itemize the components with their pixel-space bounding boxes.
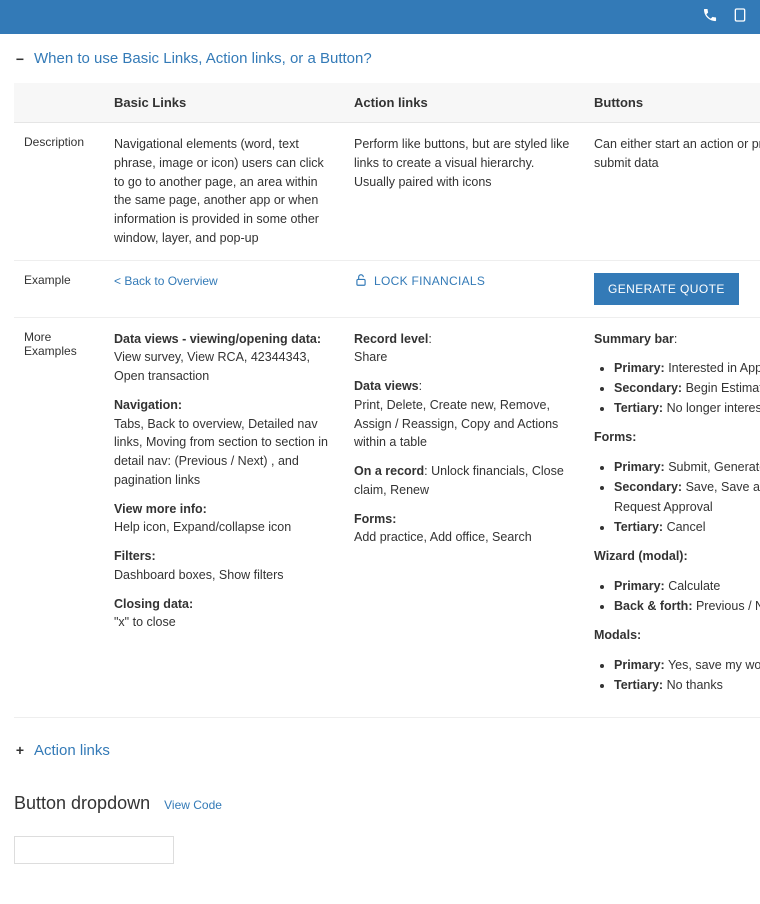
group-body: "x" to close <box>114 615 176 629</box>
table-row: More Examples Data views - viewing/openi… <box>14 317 760 717</box>
li-val: Cancel <box>663 520 705 534</box>
row-label-example: Example <box>14 260 104 317</box>
header-buttons: Buttons <box>584 83 760 123</box>
group-head: Filters: <box>114 549 156 563</box>
accordion-action-links[interactable]: + Action links <box>14 742 746 759</box>
li-key: Primary: <box>614 579 665 593</box>
expand-icon: + <box>14 742 26 758</box>
accordion-title: Action links <box>34 742 110 759</box>
li-key: Primary: <box>614 658 665 672</box>
group-head: Record level <box>354 332 428 346</box>
more-basic-cell: Data views - viewing/opening data: View s… <box>104 317 344 717</box>
button-dropdown[interactable] <box>14 836 174 864</box>
more-action-cell: Record level:Share Data views:Print, Del… <box>344 317 584 717</box>
group-body: Print, Delete, Create new, Remove, Assig… <box>354 398 558 450</box>
row-label-more: More Examples <box>14 317 104 717</box>
li-val: No thanks <box>663 678 723 692</box>
group-body: Share <box>354 350 387 364</box>
group-head: On a record <box>354 464 424 478</box>
lock-icon <box>354 273 368 290</box>
li-val: Begin Estimate <box>682 381 760 395</box>
li-key: Tertiary: <box>614 520 663 534</box>
header-blank <box>14 83 104 123</box>
device-icon[interactable] <box>732 7 748 28</box>
topbar <box>0 0 760 34</box>
group-body: Dashboard boxes, Show filters <box>114 568 284 582</box>
accordion-when-to-use[interactable]: − When to use Basic Links, Action links,… <box>14 50 746 67</box>
row-label-description: Description <box>14 123 104 261</box>
header-action-links: Action links <box>344 83 584 123</box>
li-val: Previous / Next <box>692 599 760 613</box>
li-key: Tertiary: <box>614 401 663 415</box>
group-body: Tabs, Back to overview, Detailed nav lin… <box>114 417 328 487</box>
table-row: Description Navigational elements (word,… <box>14 123 760 261</box>
back-to-overview-link[interactable]: < Back to Overview <box>114 274 218 288</box>
li-val: No longer interested <box>663 401 760 415</box>
group-head: Data views <box>354 379 419 393</box>
group-body: View survey, View RCA, 42344343, Open tr… <box>114 350 310 383</box>
group-head: View more info: <box>114 502 207 516</box>
group-head: Navigation: <box>114 398 182 412</box>
li-key: Primary: <box>614 460 665 474</box>
li-key: Tertiary: <box>614 678 663 692</box>
li-val: Interested in Application <box>665 361 760 375</box>
group-head: Wizard (modal): <box>594 549 688 563</box>
comparison-table: Basic Links Action links Buttons Descrip… <box>14 83 760 718</box>
group-head: Forms: <box>594 430 636 444</box>
accordion-title: When to use Basic Links, Action links, o… <box>34 50 372 67</box>
phone-icon[interactable] <box>702 7 718 28</box>
more-buttons-cell: Summary bar: Primary: Interested in Appl… <box>584 317 760 717</box>
group-body: Add practice, Add office, Search <box>354 530 532 544</box>
li-key: Back & forth: <box>614 599 692 613</box>
li-key: Primary: <box>614 361 665 375</box>
group-head: Closing data: <box>114 597 193 611</box>
collapse-icon: − <box>14 51 26 67</box>
lock-financials-label: LOCK FINANCIALS <box>374 274 485 288</box>
li-val: Submit, Generate Quote <box>665 460 760 474</box>
view-code-link[interactable]: View Code <box>164 798 222 812</box>
desc-action: Perform like buttons, but are styled lik… <box>354 135 574 191</box>
generate-quote-button[interactable]: GENERATE QUOTE <box>594 273 739 305</box>
group-body: Help icon, Expand/collapse icon <box>114 520 291 534</box>
header-basic-links: Basic Links <box>104 83 344 123</box>
li-key: Secondary: <box>614 480 682 494</box>
section-button-dropdown: Button dropdown View Code <box>14 793 746 814</box>
group-head: Data views - viewing/opening data: <box>114 332 321 346</box>
li-val: Calculate <box>665 579 721 593</box>
group-head: Modals: <box>594 628 641 642</box>
section-title: Button dropdown <box>14 793 150 814</box>
li-key: Secondary: <box>614 381 682 395</box>
table-row: Example < Back to Overview LOCK FINANCIA… <box>14 260 760 317</box>
lock-financials-link[interactable]: LOCK FINANCIALS <box>354 273 485 290</box>
desc-buttons: Can either start an action or process or… <box>594 135 760 173</box>
desc-basic: Navigational elements (word, text phrase… <box>114 135 334 248</box>
li-val: Yes, save my work <box>665 658 760 672</box>
group-head: Forms: <box>354 512 396 526</box>
group-head: Summary bar <box>594 332 674 346</box>
